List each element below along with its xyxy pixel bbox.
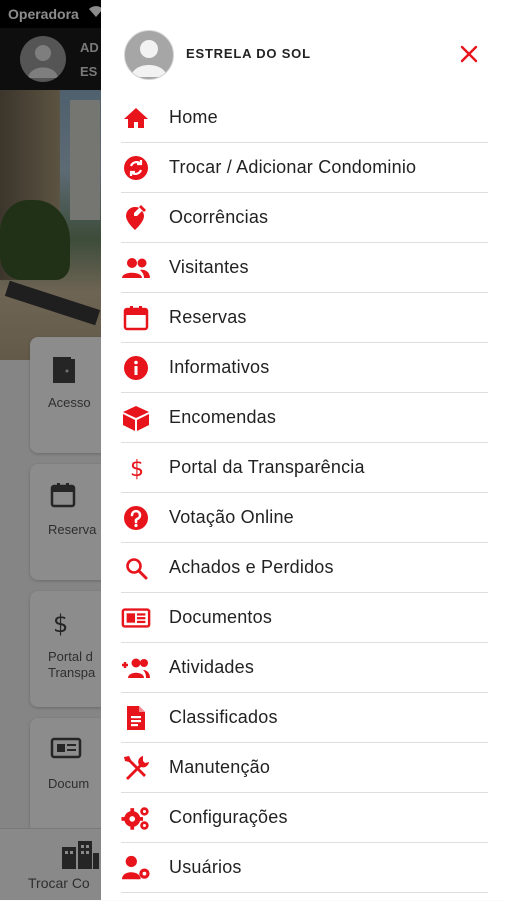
menu-item-trocar-condominio[interactable]: Trocar / Adicionar Condominio — [101, 143, 506, 193]
document-card-icon — [121, 604, 151, 632]
menu-item-label: Votação Online — [169, 507, 294, 527]
swap-icon — [121, 154, 151, 182]
gears-icon — [121, 804, 151, 832]
calendar-icon — [121, 304, 151, 332]
menu-item-reservas[interactable]: Reservas — [101, 293, 506, 343]
user-name: ESTRELA DO SOL — [186, 46, 311, 61]
menu-item-manutencao[interactable]: Manutenção — [101, 743, 506, 793]
menu-item-portal-transparencia[interactable]: $ Portal da Transparência — [101, 443, 506, 493]
pin-edit-icon — [121, 204, 151, 232]
search-icon — [121, 554, 151, 582]
menu-item-label: Reservas — [169, 307, 247, 327]
help-icon — [121, 504, 151, 532]
close-icon[interactable] — [457, 42, 481, 66]
menu-item-visitantes[interactable]: Visitantes — [101, 243, 506, 293]
menu-item-label: Manutenção — [169, 757, 271, 777]
menu-item-label: Informativos — [169, 357, 270, 377]
package-icon — [121, 404, 151, 432]
menu-item-classificados[interactable]: Classificados — [101, 693, 506, 743]
menu-item-label: Encomendas — [169, 407, 277, 427]
user-settings-icon — [121, 854, 151, 882]
menu-item-label: Classificados — [169, 707, 278, 727]
menu-item-configuracoes[interactable]: Configurações — [101, 793, 506, 843]
navigation-drawer: ESTRELA DO SOL Home Trocar / Adicionar C… — [101, 0, 506, 900]
people-icon — [121, 254, 151, 282]
menu-item-label: Usuários — [169, 857, 242, 877]
menu-item-label: Visitantes — [169, 257, 249, 277]
drawer-menu: Home Trocar / Adicionar Condominio Ocorr… — [101, 93, 506, 893]
drawer-header: ESTRELA DO SOL — [101, 0, 506, 96]
home-icon — [121, 104, 151, 132]
menu-item-informativos[interactable]: Informativos — [101, 343, 506, 393]
menu-item-label: Home — [169, 107, 218, 127]
tools-icon — [121, 754, 151, 782]
info-icon — [121, 354, 151, 382]
menu-item-label: Configurações — [169, 807, 288, 827]
menu-item-ocorrencias[interactable]: Ocorrências — [101, 193, 506, 243]
add-group-icon — [121, 654, 151, 682]
menu-item-label: Achados e Perdidos — [169, 557, 334, 577]
menu-item-label: Portal da Transparência — [169, 457, 365, 477]
dollar-icon: $ — [121, 454, 151, 482]
menu-item-documentos[interactable]: Documentos — [101, 593, 506, 643]
menu-item-label: Trocar / Adicionar Condominio — [169, 157, 417, 177]
user-avatar[interactable] — [124, 30, 174, 80]
menu-item-home[interactable]: Home — [101, 93, 506, 143]
file-list-icon — [121, 704, 151, 732]
menu-item-achados-perdidos[interactable]: Achados e Perdidos — [101, 543, 506, 593]
menu-item-label: Documentos — [169, 607, 273, 627]
menu-item-encomendas[interactable]: Encomendas — [101, 393, 506, 443]
menu-item-label: Atividades — [169, 657, 255, 677]
menu-item-usuarios[interactable]: Usuários — [101, 843, 506, 893]
svg-text:$: $ — [130, 457, 144, 482]
menu-item-votacao-online[interactable]: Votação Online — [101, 493, 506, 543]
menu-item-atividades[interactable]: Atividades — [101, 643, 506, 693]
menu-item-label: Ocorrências — [169, 207, 269, 227]
